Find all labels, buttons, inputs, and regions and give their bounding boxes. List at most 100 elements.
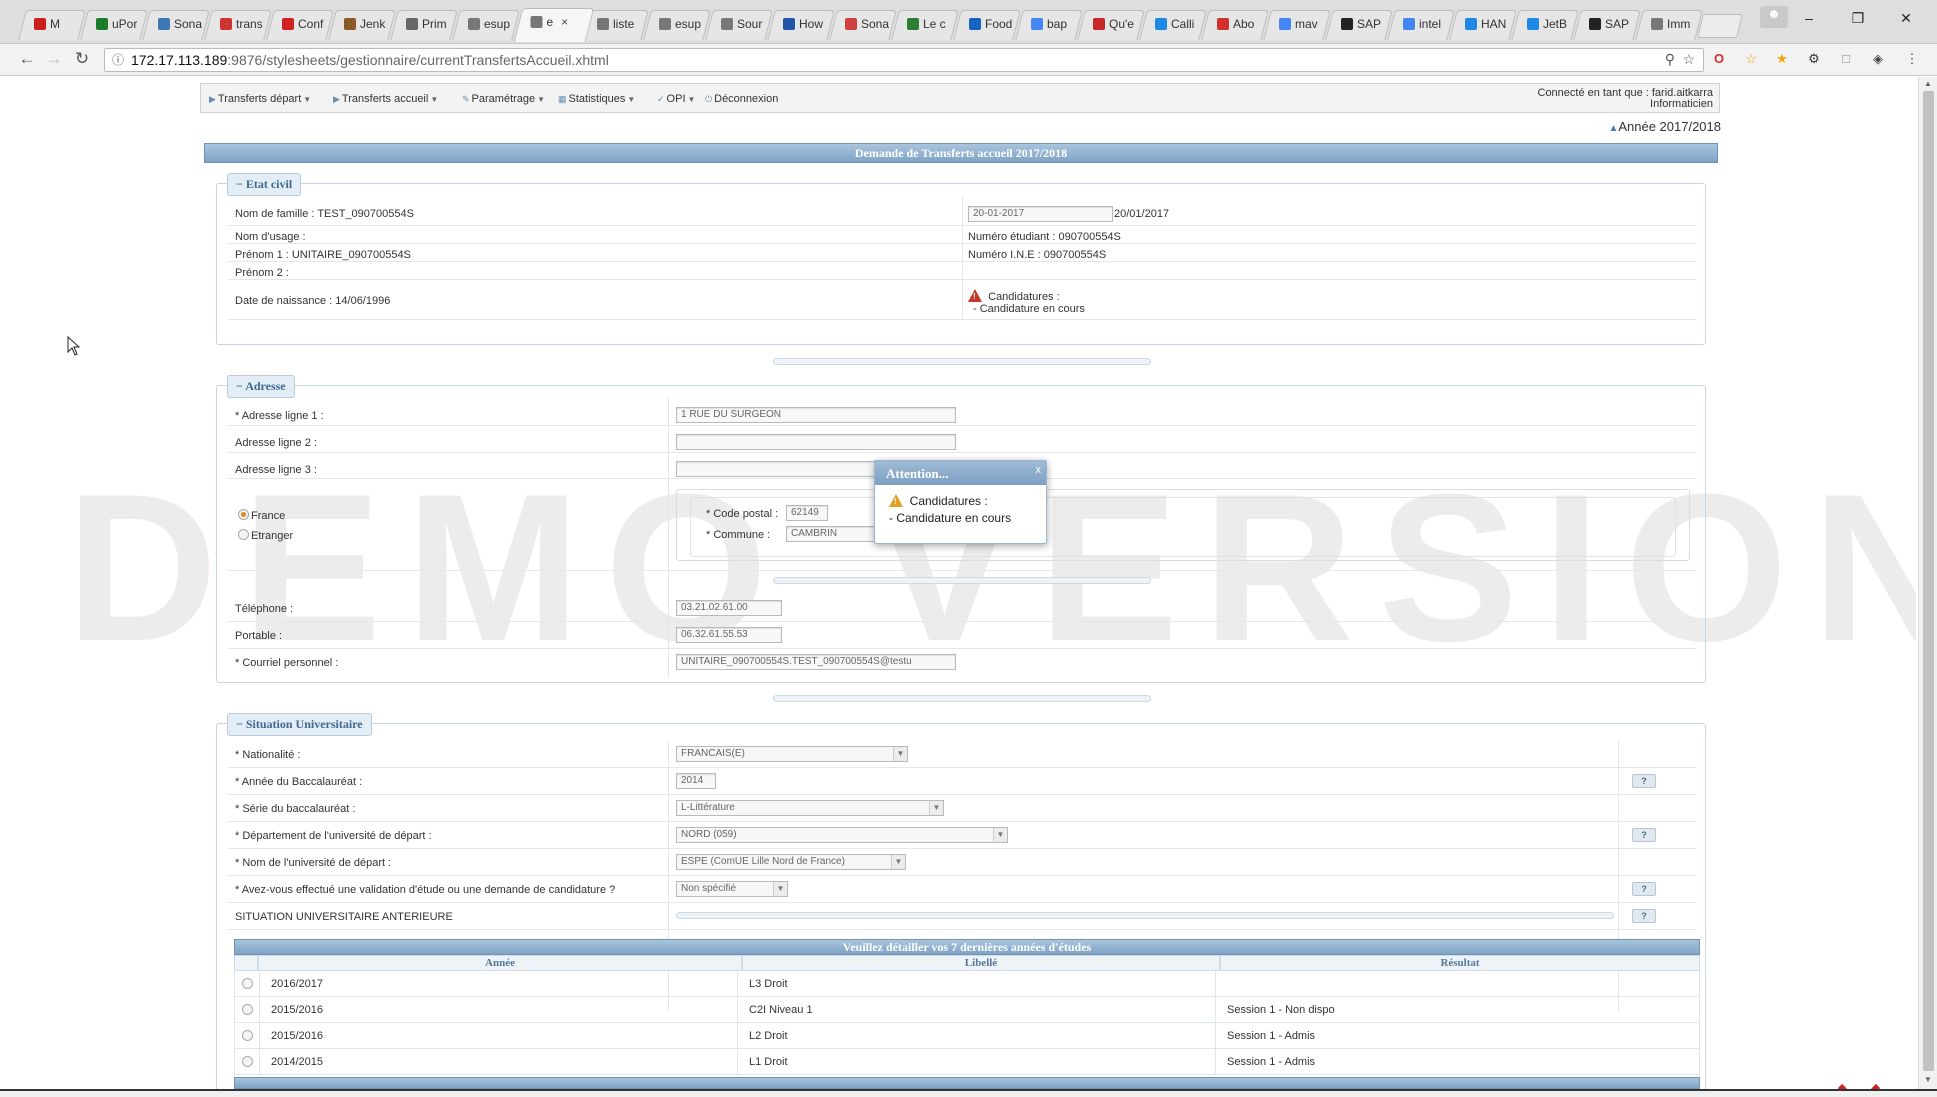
new-tab-button[interactable] (1697, 14, 1743, 38)
reload-icon[interactable]: ↻ (71, 49, 93, 69)
browser-tab[interactable]: Qu'e (1077, 10, 1145, 40)
browser-tab[interactable]: esup (643, 10, 711, 40)
browser-tab[interactable]: Prim (390, 10, 458, 40)
adresse-ligne2-input[interactable] (676, 434, 956, 450)
situation-legend[interactable]: − Situation Universitaire (227, 713, 372, 736)
scroll-down-icon[interactable]: ▼ (1924, 1075, 1932, 1084)
etat-civil-legend[interactable]: − Etat civil (227, 173, 302, 196)
cell-divider (737, 997, 738, 1023)
scroll-thumb[interactable] (1923, 91, 1934, 1071)
browser-tab-content: How (773, 11, 831, 31)
adresse-ligne1-input[interactable]: 1 RUE DU SURGEON (676, 407, 956, 423)
code-postal-input[interactable]: 62149 (786, 505, 828, 521)
opera-extension-icon[interactable]: O (1710, 50, 1728, 68)
browser-tab[interactable]: Imm (1635, 10, 1703, 40)
browser-tab[interactable]: uPor (80, 10, 148, 40)
browser-tab[interactable]: Sona (142, 10, 210, 40)
menu-statistiques[interactable]: ▦ Statistiques ▼ (558, 93, 635, 105)
tab-close-icon[interactable]: × (561, 15, 568, 29)
user-info: Connecté en tant que : farid.aitkarra In… (1538, 88, 1714, 110)
radio-france[interactable] (238, 509, 249, 520)
scroll-up-icon[interactable]: ▲ (1924, 79, 1932, 88)
star-extension-icon[interactable]: ☆ (1742, 50, 1760, 68)
cell-divider (1215, 1023, 1216, 1049)
basket-icon[interactable] (1830, 1082, 1888, 1089)
browser-tab[interactable]: Calli (1139, 10, 1207, 40)
browser-tab[interactable]: Food (953, 10, 1021, 40)
menu-icon[interactable]: ⋮ (1903, 50, 1921, 68)
pdf-extension-icon[interactable]: □ (1837, 50, 1855, 68)
browser-tab[interactable]: How (767, 10, 835, 40)
minimize-icon[interactable]: – (1793, 10, 1825, 26)
settings-extension-icon[interactable]: ⚙ (1805, 50, 1823, 68)
chevron-down-icon: ▼ (993, 828, 1007, 842)
bookmark-star-icon[interactable]: ☆ (1682, 51, 1695, 68)
menu-transferts-accueil[interactable]: ▶ Transferts accueil ▼ (333, 93, 438, 105)
menu-transferts-depart[interactable]: ▶ Transferts départ ▼ (209, 93, 311, 105)
profile-icon[interactable]: ☻ (1760, 6, 1788, 28)
forward-icon[interactable]: → (43, 49, 65, 69)
puzzle-extension-icon[interactable]: ◈ (1869, 50, 1887, 68)
serie-bac-select[interactable]: L-Littérature ▼ (676, 800, 944, 816)
browser-tab[interactable]: Sour (705, 10, 773, 40)
help-button[interactable]: ? (1632, 882, 1656, 896)
radio-etranger[interactable] (238, 529, 249, 540)
dialog-close-icon[interactable]: x (1036, 464, 1042, 476)
universite-select[interactable]: ESPE (ComUE Lille Nord de France) ▼ (676, 854, 906, 870)
dialog-line1: ! Candidatures : (889, 494, 1046, 508)
browser-tab[interactable]: e × (513, 8, 595, 42)
browser-tab[interactable]: Le c (891, 10, 959, 40)
browser-tab[interactable]: esup (452, 10, 520, 40)
table-row[interactable]: 2015/2016 C2I Niveau 1 Session 1 - Non dis… (234, 997, 1700, 1023)
courriel-input[interactable]: UNITAIRE_090700554S.TEST_090700554S@test… (676, 654, 956, 670)
browser-tab[interactable]: Abo (1201, 10, 1269, 40)
browser-tab[interactable]: intel (1387, 10, 1455, 40)
courriel-label: * Courriel personnel : (235, 657, 339, 669)
telephone-input[interactable]: 03.21.02.61.00 (676, 600, 782, 616)
portable-input[interactable]: 06.32.61.55.53 (676, 627, 782, 643)
help-button[interactable]: ? (1632, 774, 1656, 788)
nationalite-select[interactable]: FRANCAIS(E) ▼ (676, 746, 908, 762)
browser-tab[interactable]: HAN (1449, 10, 1517, 40)
annee-bac-input[interactable]: 2014 (676, 773, 716, 789)
browser-tab[interactable]: Jenk (328, 10, 396, 40)
table-row[interactable]: 2015/2016 L2 Droit Session 1 - Admis (234, 1023, 1700, 1049)
date-field[interactable]: 20-01-2017 (968, 206, 1113, 222)
address-bar[interactable]: ⓘ 172.17.113.189:9876/stylesheets/gestio… (104, 48, 1704, 72)
row-select-radio[interactable] (242, 1056, 253, 1067)
browser-tab-content: M (24, 11, 82, 31)
table-row[interactable]: 2016/2017 L3 Droit (234, 971, 1700, 997)
help-button[interactable]: ? (1632, 909, 1656, 923)
browser-tab[interactable]: Conf (266, 10, 334, 40)
browser-tab-content: Qu'e (1083, 11, 1141, 31)
browser-tab[interactable]: bap (1015, 10, 1083, 40)
validation-select[interactable]: Non spécifié ▼ (676, 881, 788, 897)
table-row[interactable]: 2014/2015 L1 Droit Session 1 - Admis (234, 1049, 1700, 1075)
browser-tab[interactable]: JetB (1511, 10, 1579, 40)
cell-divider (737, 1049, 738, 1075)
select-value: L-Littérature (681, 802, 735, 813)
departement-select[interactable]: NORD (059) ▼ (676, 827, 1008, 843)
back-icon[interactable]: ← (16, 49, 38, 69)
browser-tab[interactable]: Sona (829, 10, 897, 40)
row-select-radio[interactable] (242, 1030, 253, 1041)
browser-tab[interactable]: M (18, 10, 86, 40)
restore-icon[interactable]: ❐ (1842, 10, 1874, 27)
window-close-icon[interactable]: ✕ (1890, 10, 1922, 27)
favorites-extension-icon[interactable]: ★ (1773, 50, 1791, 68)
row-select-radio[interactable] (242, 978, 253, 989)
menu-opi[interactable]: ✓ OPI ▼ (657, 93, 695, 105)
browser-tab[interactable]: SAP (1325, 10, 1393, 40)
tab-label: Sona (173, 17, 203, 31)
menu-deconnexion[interactable]: ⏻ Déconnexion (705, 93, 778, 105)
vertical-scrollbar[interactable]: ▲ ▼ (1918, 77, 1937, 1089)
adresse-legend[interactable]: − Adresse (227, 375, 295, 398)
row-line (228, 795, 1696, 822)
row-select-radio[interactable] (242, 1004, 253, 1015)
browser-tab[interactable]: trans (204, 10, 272, 40)
help-button[interactable]: ? (1632, 828, 1656, 842)
zoom-search-icon[interactable]: ⚲ (1665, 51, 1675, 68)
browser-tab[interactable]: SAP (1573, 10, 1641, 40)
browser-tab[interactable]: mav (1263, 10, 1331, 40)
menu-parametrage[interactable]: ✎ Paramétrage ▼ (462, 93, 545, 105)
